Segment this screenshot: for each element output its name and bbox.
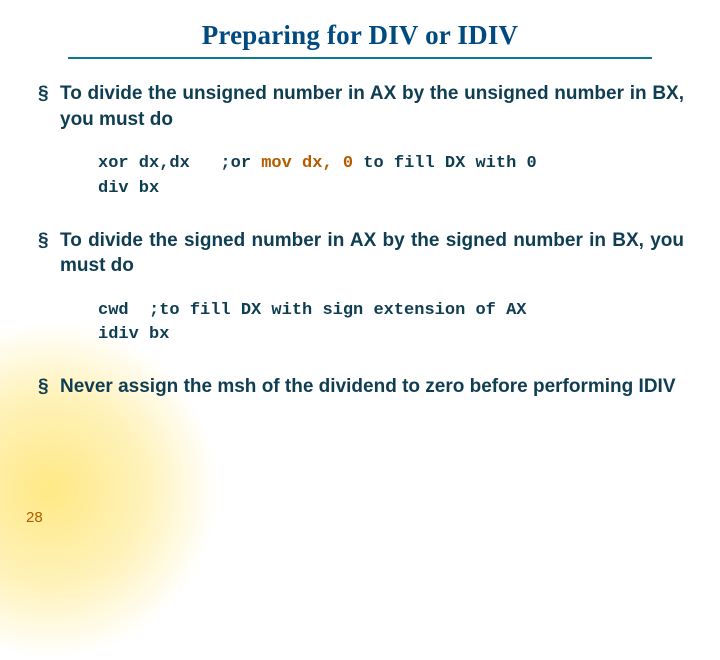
code-text: to fill DX with 0	[353, 154, 537, 173]
slide-content: Preparing for DIV or IDIV To divide the …	[0, 0, 720, 400]
code-text: ;to fill DX with sign extension of AX	[149, 301, 526, 320]
bullet-item-1: To divide the unsigned number in AX by t…	[34, 81, 684, 132]
code-text: div bx	[98, 179, 159, 198]
bullet-item-3: Never assign the msh of the dividend to …	[34, 374, 684, 400]
code-block-2: cwd ;to fill DX with sign extension of A…	[98, 299, 692, 348]
page-number: 28	[26, 509, 43, 526]
code-block-1: xor dx,dx ;or mov dx, 0 to fill DX with …	[98, 152, 692, 201]
bullet-item-2: To divide the signed number in AX by the…	[34, 228, 684, 279]
code-text: xor dx,dx	[98, 154, 220, 173]
code-text: cwd	[98, 301, 149, 320]
slide-title: Preparing for DIV or IDIV	[68, 18, 652, 59]
bullet-list: To divide the unsigned number in AX by t…	[28, 81, 692, 132]
bullet-list: To divide the signed number in AX by the…	[28, 228, 692, 279]
code-highlight: mov dx, 0	[261, 154, 353, 173]
bullet-list: Never assign the msh of the dividend to …	[28, 374, 692, 400]
code-text: idiv bx	[98, 325, 169, 344]
code-text: ;or	[220, 154, 261, 173]
